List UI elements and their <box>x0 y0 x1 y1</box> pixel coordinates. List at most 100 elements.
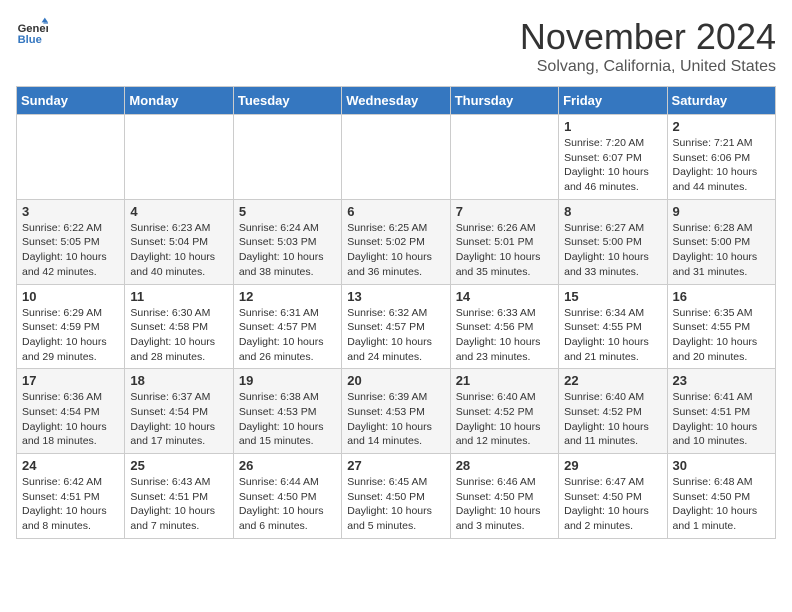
day-info: Sunrise: 6:32 AM Sunset: 4:57 PM Dayligh… <box>347 306 444 365</box>
calendar-cell: 9 Sunrise: 6:28 AM Sunset: 5:00 PM Daylig… <box>667 199 775 284</box>
calendar-cell: 4Sunrise: 6:23 AM Sunset: 5:04 PM Daylig… <box>125 199 233 284</box>
day-info: Sunrise: 6:42 AM Sunset: 4:51 PM Dayligh… <box>22 475 119 534</box>
calendar-cell: 27 Sunrise: 6:45 AM Sunset: 4:50 PM Dayli… <box>342 454 450 539</box>
month-title: November 2024 <box>520 16 776 58</box>
day-info: Sunrise: 6:25 AM Sunset: 5:02 PM Dayligh… <box>347 221 444 280</box>
calendar-cell: 19Sunrise: 6:38 AM Sunset: 4:53 PM Dayli… <box>233 369 341 454</box>
day-number: 26 <box>239 458 336 473</box>
calendar-cell: 17 Sunrise: 6:36 AM Sunset: 4:54 PM Dayli… <box>17 369 125 454</box>
day-number: 20 <box>347 373 444 388</box>
day-info: Sunrise: 6:24 AM Sunset: 5:03 PM Dayligh… <box>239 221 336 280</box>
calendar-cell <box>342 115 450 200</box>
day-number: 10 <box>22 289 119 304</box>
calendar-cell: 21 Sunrise: 6:40 AM Sunset: 4:52 PM Dayli… <box>450 369 558 454</box>
calendar-cell: 23 Sunrise: 6:41 AM Sunset: 4:51 PM Dayli… <box>667 369 775 454</box>
weekday-header-sunday: Sunday <box>17 87 125 115</box>
day-info: Sunrise: 6:22 AM Sunset: 5:05 PM Dayligh… <box>22 221 119 280</box>
day-number: 27 <box>347 458 444 473</box>
calendar-cell: 15Sunrise: 6:34 AM Sunset: 4:55 PM Dayli… <box>559 284 667 369</box>
calendar-cell: 26 Sunrise: 6:44 AM Sunset: 4:50 PM Dayli… <box>233 454 341 539</box>
day-info: Sunrise: 6:44 AM Sunset: 4:50 PM Dayligh… <box>239 475 336 534</box>
calendar-cell: 7Sunrise: 6:26 AM Sunset: 5:01 PM Daylig… <box>450 199 558 284</box>
calendar-cell: 2 Sunrise: 7:21 AM Sunset: 6:06 PM Daylig… <box>667 115 775 200</box>
calendar-cell: 16 Sunrise: 6:35 AM Sunset: 4:55 PM Dayli… <box>667 284 775 369</box>
day-number: 14 <box>456 289 553 304</box>
svg-text:Blue: Blue <box>18 34 42 46</box>
day-info: Sunrise: 6:43 AM Sunset: 4:51 PM Dayligh… <box>130 475 227 534</box>
calendar-table: SundayMondayTuesdayWednesdayThursdayFrid… <box>16 86 776 539</box>
day-number: 11 <box>130 289 227 304</box>
calendar-cell: 30 Sunrise: 6:48 AM Sunset: 4:50 PM Dayli… <box>667 454 775 539</box>
day-number: 30 <box>673 458 770 473</box>
day-info: Sunrise: 6:29 AM Sunset: 4:59 PM Dayligh… <box>22 306 119 365</box>
day-number: 3 <box>22 204 119 219</box>
day-number: 7 <box>456 204 553 219</box>
calendar-week-5: 24 Sunrise: 6:42 AM Sunset: 4:51 PM Dayli… <box>17 454 776 539</box>
day-info: Sunrise: 6:35 AM Sunset: 4:55 PM Dayligh… <box>673 306 770 365</box>
day-number: 21 <box>456 373 553 388</box>
day-info: Sunrise: 6:39 AM Sunset: 4:53 PM Dayligh… <box>347 390 444 449</box>
day-number: 18 <box>130 373 227 388</box>
svg-text:General: General <box>18 23 48 35</box>
calendar-cell <box>17 115 125 200</box>
calendar-cell: 29Sunrise: 6:47 AM Sunset: 4:50 PM Dayli… <box>559 454 667 539</box>
day-info: Sunrise: 6:36 AM Sunset: 4:54 PM Dayligh… <box>22 390 119 449</box>
calendar-cell: 24 Sunrise: 6:42 AM Sunset: 4:51 PM Dayli… <box>17 454 125 539</box>
weekday-header-wednesday: Wednesday <box>342 87 450 115</box>
day-number: 28 <box>456 458 553 473</box>
calendar-cell: 8Sunrise: 6:27 AM Sunset: 5:00 PM Daylig… <box>559 199 667 284</box>
day-info: Sunrise: 6:45 AM Sunset: 4:50 PM Dayligh… <box>347 475 444 534</box>
calendar-cell: 10 Sunrise: 6:29 AM Sunset: 4:59 PM Dayli… <box>17 284 125 369</box>
day-number: 23 <box>673 373 770 388</box>
calendar-week-4: 17 Sunrise: 6:36 AM Sunset: 4:54 PM Dayli… <box>17 369 776 454</box>
logo: General Blue <box>16 16 48 48</box>
day-number: 17 <box>22 373 119 388</box>
calendar-week-2: 3 Sunrise: 6:22 AM Sunset: 5:05 PM Daylig… <box>17 199 776 284</box>
day-info: Sunrise: 6:28 AM Sunset: 5:00 PM Dayligh… <box>673 221 770 280</box>
day-info: Sunrise: 6:40 AM Sunset: 4:52 PM Dayligh… <box>564 390 661 449</box>
calendar-cell: 25Sunrise: 6:43 AM Sunset: 4:51 PM Dayli… <box>125 454 233 539</box>
page-header: General Blue November 2024 Solvang, Cali… <box>16 16 776 76</box>
day-info: Sunrise: 7:21 AM Sunset: 6:06 PM Dayligh… <box>673 136 770 195</box>
calendar-cell: 6 Sunrise: 6:25 AM Sunset: 5:02 PM Daylig… <box>342 199 450 284</box>
calendar-cell <box>233 115 341 200</box>
day-number: 16 <box>673 289 770 304</box>
day-number: 5 <box>239 204 336 219</box>
day-number: 12 <box>239 289 336 304</box>
logo-icon: General Blue <box>16 16 48 48</box>
day-number: 2 <box>673 119 770 134</box>
day-number: 9 <box>673 204 770 219</box>
weekday-header-saturday: Saturday <box>667 87 775 115</box>
weekday-header-friday: Friday <box>559 87 667 115</box>
day-info: Sunrise: 6:33 AM Sunset: 4:56 PM Dayligh… <box>456 306 553 365</box>
weekday-header-tuesday: Tuesday <box>233 87 341 115</box>
calendar-week-1: 1 Sunrise: 7:20 AM Sunset: 6:07 PM Daylig… <box>17 115 776 200</box>
location: Solvang, California, United States <box>520 58 776 76</box>
day-number: 24 <box>22 458 119 473</box>
calendar-cell <box>450 115 558 200</box>
day-number: 15 <box>564 289 661 304</box>
day-info: Sunrise: 6:40 AM Sunset: 4:52 PM Dayligh… <box>456 390 553 449</box>
calendar-week-3: 10 Sunrise: 6:29 AM Sunset: 4:59 PM Dayli… <box>17 284 776 369</box>
day-info: Sunrise: 6:30 AM Sunset: 4:58 PM Dayligh… <box>130 306 227 365</box>
calendar-cell: 20 Sunrise: 6:39 AM Sunset: 4:53 PM Dayli… <box>342 369 450 454</box>
weekday-header-monday: Monday <box>125 87 233 115</box>
day-number: 8 <box>564 204 661 219</box>
day-info: Sunrise: 7:20 AM Sunset: 6:07 PM Dayligh… <box>564 136 661 195</box>
day-info: Sunrise: 6:41 AM Sunset: 4:51 PM Dayligh… <box>673 390 770 449</box>
calendar-cell: 22 Sunrise: 6:40 AM Sunset: 4:52 PM Dayli… <box>559 369 667 454</box>
calendar-cell: 18Sunrise: 6:37 AM Sunset: 4:54 PM Dayli… <box>125 369 233 454</box>
day-info: Sunrise: 6:46 AM Sunset: 4:50 PM Dayligh… <box>456 475 553 534</box>
day-number: 29 <box>564 458 661 473</box>
day-number: 6 <box>347 204 444 219</box>
day-info: Sunrise: 6:31 AM Sunset: 4:57 PM Dayligh… <box>239 306 336 365</box>
day-info: Sunrise: 6:48 AM Sunset: 4:50 PM Dayligh… <box>673 475 770 534</box>
calendar-cell: 5 Sunrise: 6:24 AM Sunset: 5:03 PM Daylig… <box>233 199 341 284</box>
day-number: 1 <box>564 119 661 134</box>
day-number: 13 <box>347 289 444 304</box>
weekday-header-thursday: Thursday <box>450 87 558 115</box>
calendar-cell <box>125 115 233 200</box>
day-number: 22 <box>564 373 661 388</box>
calendar-cell: 3 Sunrise: 6:22 AM Sunset: 5:05 PM Daylig… <box>17 199 125 284</box>
weekday-header-row: SundayMondayTuesdayWednesdayThursdayFrid… <box>17 87 776 115</box>
